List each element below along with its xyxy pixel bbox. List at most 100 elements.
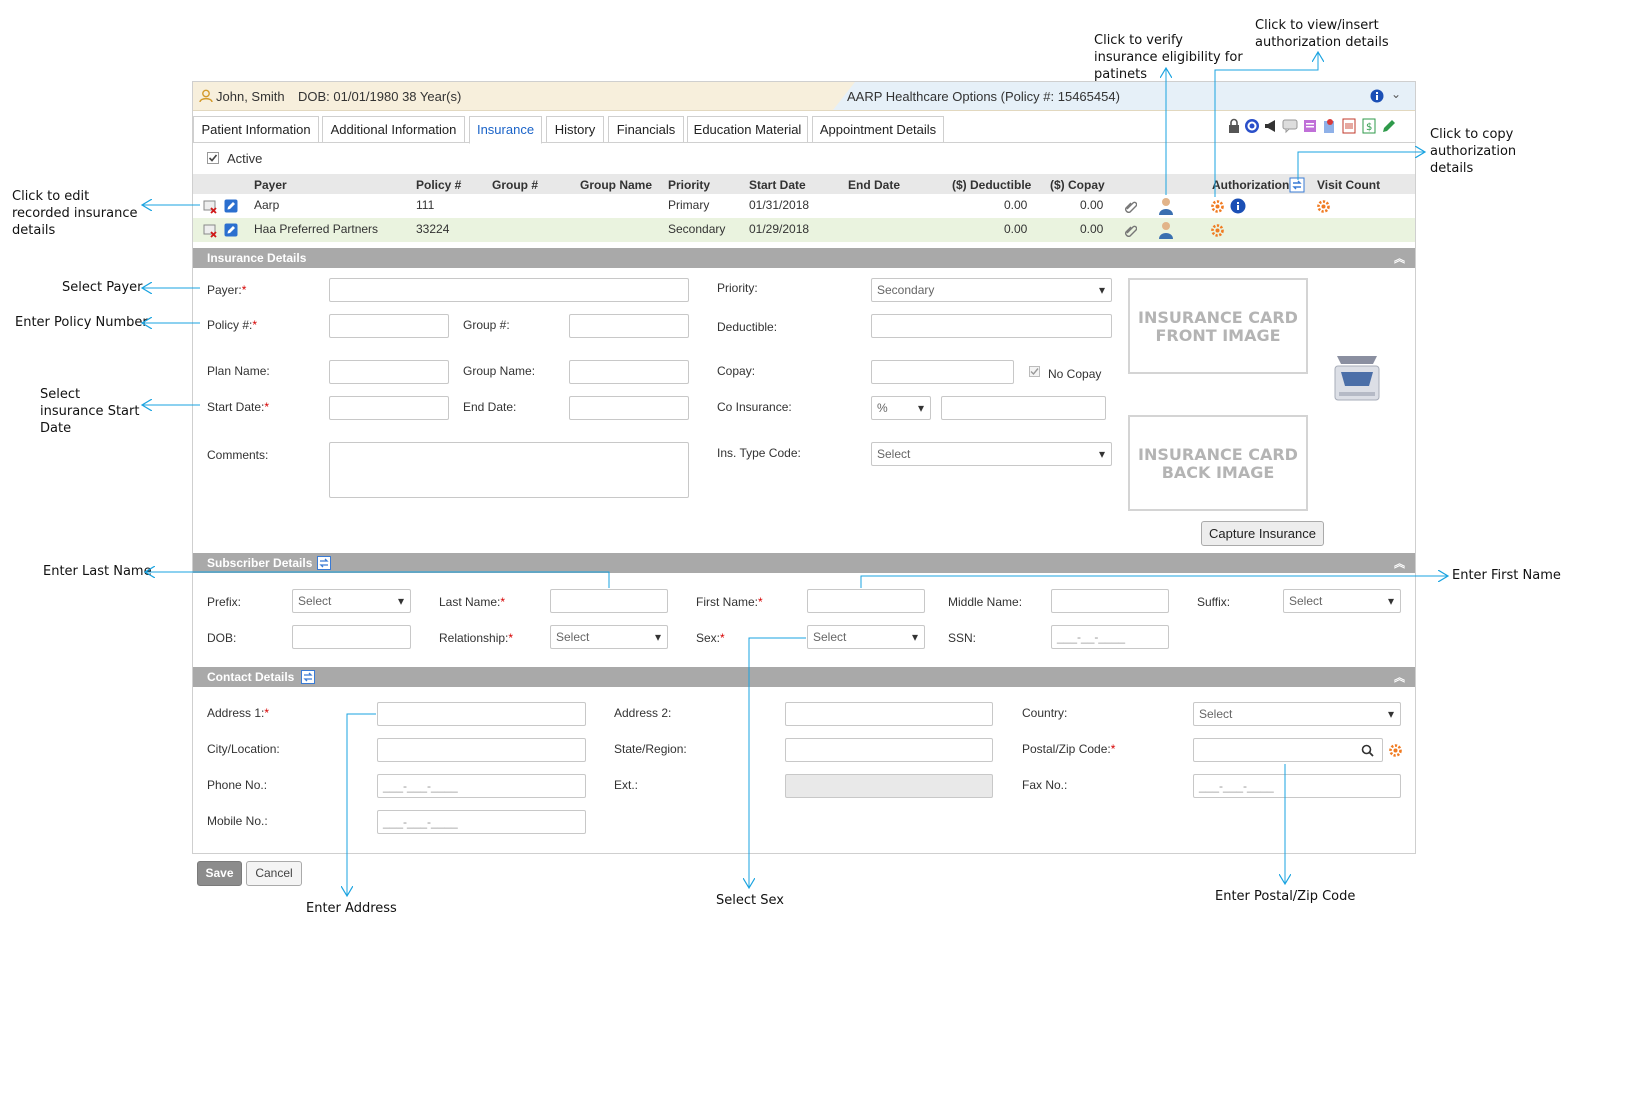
deductible-input[interactable] (871, 314, 1112, 338)
tab-history[interactable]: History (546, 116, 604, 142)
payer-input[interactable] (329, 278, 689, 302)
policy-label: Policy #:* (207, 318, 258, 332)
co-insurance-unit-select[interactable]: % (871, 396, 931, 420)
start-date-input[interactable] (329, 396, 449, 420)
annotation-sex: Select Sex (716, 893, 784, 908)
end-date-input[interactable] (569, 396, 689, 420)
first-name-label: First Name:* (696, 595, 763, 609)
report-icon[interactable] (1341, 118, 1357, 134)
city-label: City/Location: (207, 742, 280, 756)
ins-type-code-select[interactable]: Select (871, 442, 1112, 466)
col-deductible: ($) Deductible (952, 178, 1032, 192)
authorization-gear-icon[interactable] (1211, 200, 1224, 213)
copy-subscriber-icon[interactable] (317, 556, 331, 570)
address1-input[interactable] (377, 702, 586, 726)
verify-eligibility-icon[interactable] (1158, 197, 1174, 215)
co-insurance-input[interactable] (941, 396, 1106, 420)
table-row[interactable]: Aarp 111 Primary 01/31/2018 0.00 0.00 (193, 194, 1415, 218)
copay-input[interactable] (871, 360, 1014, 384)
group-no-input[interactable] (569, 314, 689, 338)
middle-name-input[interactable] (1051, 589, 1169, 613)
row-priority: Primary (668, 198, 710, 212)
country-select[interactable]: Select (1193, 702, 1401, 726)
expand-icon[interactable]: ⌄ (1391, 87, 1401, 101)
authorization-info-icon[interactable] (1230, 198, 1246, 214)
ssn-input[interactable]: ___-__-____ (1051, 625, 1169, 649)
dob-input[interactable] (292, 625, 411, 649)
collapse-icon[interactable]: ︽ (1394, 555, 1405, 571)
tab-additional-information[interactable]: Additional Information (322, 116, 465, 142)
insurance-card-back-image[interactable]: INSURANCE CARD BACK IMAGE (1128, 415, 1308, 511)
copy-authorization-icon[interactable] (1289, 177, 1305, 193)
mobile-input[interactable]: ___-___-____ (377, 810, 586, 834)
clipboard-icon[interactable] (1321, 118, 1337, 134)
copy-contact-icon[interactable] (301, 670, 315, 684)
chat-icon[interactable] (1282, 118, 1298, 134)
row-policy: 33224 (416, 222, 450, 236)
attachment-icon[interactable] (1124, 200, 1137, 213)
scanner-icon[interactable] (1333, 352, 1381, 404)
insurance-details-header[interactable]: Insurance Details ︽ (193, 248, 1415, 268)
tab-appointment-details[interactable]: Appointment Details (812, 116, 944, 142)
row-priority: Secondary (668, 222, 726, 236)
subscriber-details-header[interactable]: Subscriber Details ︽ (193, 553, 1415, 573)
edit-icon[interactable] (224, 223, 238, 237)
tab-financials[interactable]: Financials (608, 116, 684, 142)
priority-select[interactable]: Secondary (871, 278, 1112, 302)
first-name-input[interactable] (807, 589, 925, 613)
tab-patient-information[interactable]: Patient Information (193, 116, 319, 142)
last-name-input[interactable] (550, 589, 668, 613)
city-input[interactable] (377, 738, 586, 762)
postal-input[interactable] (1193, 738, 1383, 762)
annotation-verify: Click to verify insurance eligibility fo… (1094, 33, 1243, 82)
address2-input[interactable] (785, 702, 993, 726)
annotation-last-name: Enter Last Name (43, 564, 152, 579)
suffix-select[interactable]: Select (1283, 589, 1401, 613)
plan-name-input[interactable] (329, 360, 449, 384)
active-checkbox[interactable] (207, 152, 219, 164)
megaphone-icon[interactable] (1263, 118, 1279, 134)
group-name-input[interactable] (569, 360, 689, 384)
payer-label: Payer:* (207, 283, 247, 297)
edit-pen-icon[interactable] (1381, 118, 1397, 134)
insurance-card-front-image[interactable]: INSURANCE CARD FRONT IMAGE (1128, 278, 1308, 374)
delete-icon[interactable] (203, 199, 218, 214)
row-payer: Aarp (254, 198, 280, 212)
state-input[interactable] (785, 738, 993, 762)
contact-details-header[interactable]: Contact Details ︽ (193, 667, 1415, 687)
fax-input[interactable]: ___-___-____ (1193, 774, 1401, 798)
search-icon[interactable] (1361, 744, 1374, 757)
annotation-postal: Enter Postal/Zip Code (1215, 889, 1356, 904)
row-start-date: 01/31/2018 (749, 198, 810, 212)
table-row[interactable]: Haa Preferred Partners 33224 Secondary 0… (193, 218, 1415, 242)
lock-icon[interactable] (1226, 118, 1242, 134)
tab-insurance[interactable]: Insurance (469, 116, 542, 144)
relationship-label: Relationship:* (439, 631, 514, 645)
relationship-select[interactable]: Select (550, 625, 668, 649)
target-icon[interactable] (1244, 118, 1260, 134)
capture-insurance-button[interactable]: Capture Insurance (1201, 521, 1324, 546)
phone-input[interactable]: ___-___-____ (377, 774, 586, 798)
attachment-icon[interactable] (1124, 224, 1137, 237)
collapse-icon[interactable]: ︽ (1394, 669, 1405, 685)
tab-education-material[interactable]: Education Material (687, 116, 808, 142)
save-button[interactable]: Save (197, 861, 242, 886)
postal-gear-icon[interactable] (1389, 744, 1402, 757)
visit-count-gear-icon[interactable] (1317, 200, 1330, 213)
fax-label: Fax No.: (1022, 778, 1068, 792)
info-icon[interactable] (1370, 89, 1384, 103)
billing-icon[interactable]: $ (1361, 118, 1377, 134)
edit-icon[interactable] (224, 199, 238, 213)
no-copay-checkbox[interactable] (1029, 366, 1040, 377)
sex-select[interactable]: Select (807, 625, 925, 649)
notes-icon[interactable] (1302, 118, 1318, 134)
delete-icon[interactable] (203, 223, 218, 238)
verify-eligibility-icon[interactable] (1158, 221, 1174, 239)
cancel-button[interactable]: Cancel (246, 861, 302, 886)
policy-input[interactable] (329, 314, 449, 338)
comments-textarea[interactable] (329, 442, 689, 498)
collapse-icon[interactable]: ︽ (1394, 250, 1405, 266)
authorization-gear-icon[interactable] (1211, 224, 1224, 237)
co-insurance-label: Co Insurance: (717, 400, 792, 414)
prefix-select[interactable]: Select (292, 589, 411, 613)
